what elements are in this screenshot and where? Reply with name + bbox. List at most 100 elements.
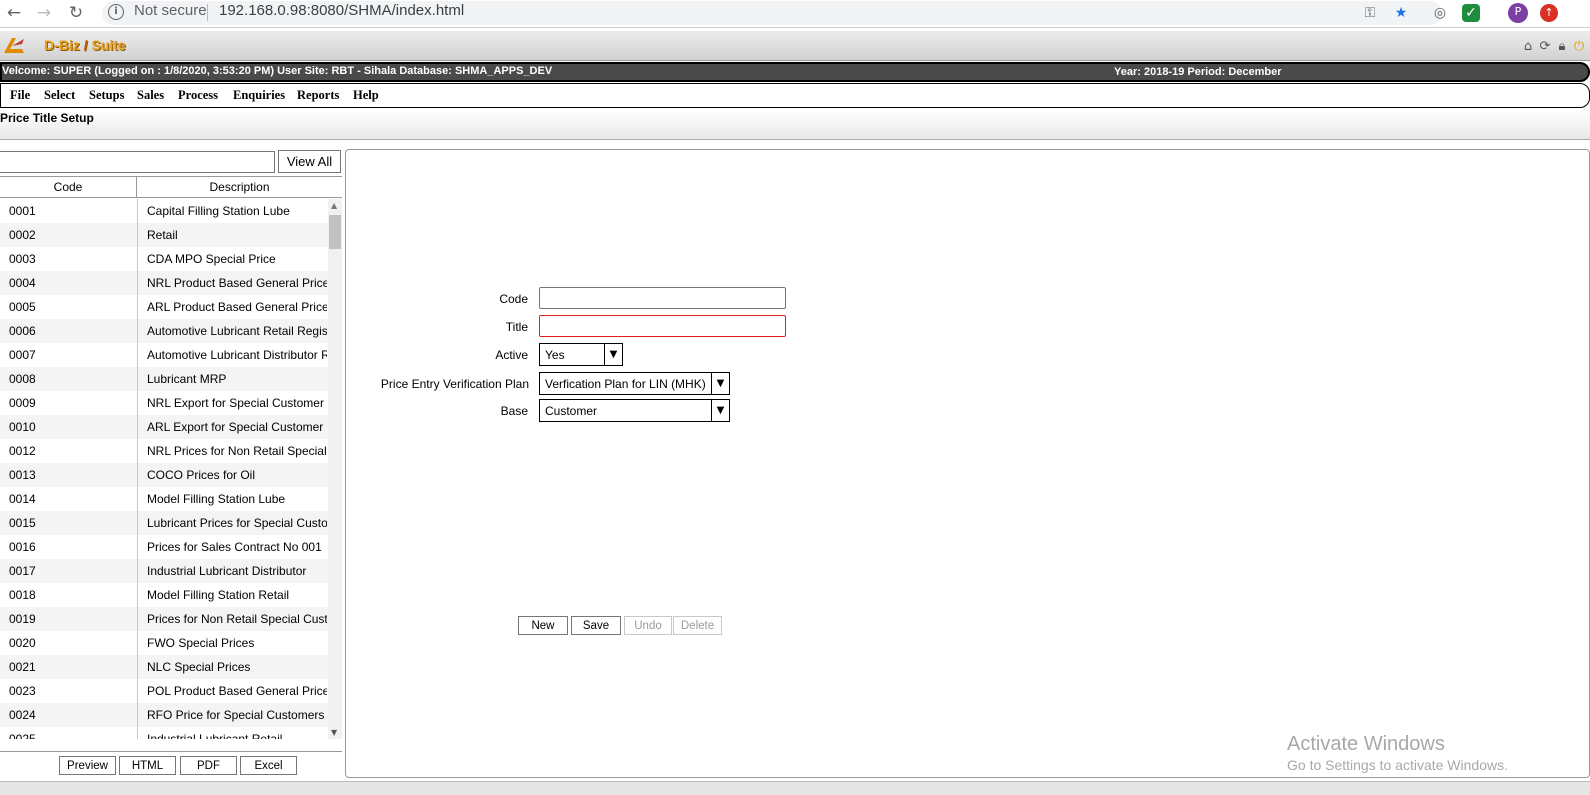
- header-icons: ⌂ ⟳ 🔒︎ ⏻: [1521, 36, 1586, 58]
- table-row[interactable]: 0015 Lubricant Prices for Special Custo: [0, 511, 328, 535]
- pdf-export-button[interactable]: PDF: [180, 756, 237, 775]
- chevron-down-icon[interactable]: ▼: [711, 373, 729, 394]
- code-field[interactable]: [539, 287, 786, 309]
- main-menu: File Select Setups Sales Process Enquiri…: [0, 83, 1590, 108]
- profile-avatar[interactable]: P: [1508, 3, 1528, 23]
- table-row[interactable]: 0004 NRL Product Based General Price: [0, 271, 328, 295]
- home-icon[interactable]: ⌂: [1521, 36, 1535, 58]
- back-arrow-icon[interactable]: ←: [4, 3, 24, 23]
- cell-code: 0019: [9, 612, 36, 626]
- menu-sales[interactable]: Sales: [137, 88, 164, 103]
- table-row[interactable]: 0010 ARL Export for Special Customer: [0, 415, 328, 439]
- menu-select[interactable]: Select: [44, 88, 75, 103]
- base-select[interactable]: Customer ▼: [539, 399, 730, 422]
- delete-button[interactable]: Delete: [673, 616, 722, 635]
- cell-code: 0014: [9, 492, 36, 506]
- table-row[interactable]: 0014 Model Filling Station Lube: [0, 487, 328, 511]
- html-export-button[interactable]: HTML: [119, 756, 176, 775]
- cell-code: 0015: [9, 516, 36, 530]
- excel-export-button[interactable]: Excel: [240, 756, 297, 775]
- app-header: D-Biz / Suite ⌂ ⟳ 🔒︎ ⏻: [0, 31, 1590, 61]
- save-button[interactable]: Save: [571, 616, 621, 635]
- menu-file[interactable]: File: [10, 88, 30, 103]
- view-all-button[interactable]: View All: [278, 150, 341, 173]
- table-row[interactable]: 0025 Industrial Lubricant Retail: [0, 727, 328, 739]
- cell-code: 0023: [9, 684, 36, 698]
- session-status-bar: Velcome: SUPER (Logged on : 1/8/2020, 3:…: [0, 62, 1590, 82]
- reload-icon[interactable]: ↻: [66, 3, 86, 23]
- grid-scrollbar[interactable]: ▲ ▼: [328, 199, 342, 739]
- table-row[interactable]: 0016 Prices for Sales Contract No 001: [0, 535, 328, 559]
- table-row[interactable]: 0024 RFO Price for Special Customers: [0, 703, 328, 727]
- menu-help[interactable]: Help: [353, 88, 379, 103]
- column-header-code[interactable]: Code: [0, 177, 137, 197]
- search-input[interactable]: [0, 151, 275, 173]
- table-row[interactable]: 0002 Retail: [0, 223, 328, 247]
- cell-code: 0001: [9, 204, 36, 218]
- price-title-list-panel: View All Code Description 0001 Capital Fi…: [0, 149, 342, 780]
- cell-code: 0009: [9, 396, 36, 410]
- table-row[interactable]: 0018 Model Filling Station Retail: [0, 583, 328, 607]
- undo-button[interactable]: Undo: [624, 616, 672, 635]
- update-icon[interactable]: ↑: [1540, 4, 1558, 22]
- table-row[interactable]: 0020 FWO Special Prices: [0, 631, 328, 655]
- activation-watermark-title: Activate Windows: [1287, 733, 1445, 755]
- scroll-thumb[interactable]: [329, 215, 341, 249]
- menu-setups[interactable]: Setups: [89, 88, 124, 103]
- table-row[interactable]: 0001 Capital Filling Station Lube: [0, 199, 328, 223]
- scroll-up-arrow-icon[interactable]: ▲: [331, 201, 337, 210]
- verification-plan-select[interactable]: Verfication Plan for LIN (MHK) ▼: [539, 372, 730, 395]
- cell-description: NRL Export for Special Customer: [147, 396, 324, 410]
- table-row[interactable]: 0021 NLC Special Prices: [0, 655, 328, 679]
- table-row[interactable]: 0013 COCO Prices for Oil: [0, 463, 328, 487]
- cell-code: 0024: [9, 708, 36, 722]
- extension-icon[interactable]: ◎: [1431, 4, 1449, 22]
- price-title-grid: 0001 Capital Filling Station Lube 0002 Reta…: [0, 199, 328, 739]
- table-row[interactable]: 0006 Automotive Lubricant Retail Regis: [0, 319, 328, 343]
- logout-icon[interactable]: ⏻: [1572, 36, 1586, 58]
- scroll-down-arrow-icon[interactable]: ▼: [331, 728, 337, 737]
- chevron-down-icon[interactable]: ▼: [604, 344, 622, 365]
- cell-code: 0020: [9, 636, 36, 650]
- active-select[interactable]: Yes ▼: [539, 343, 623, 366]
- cell-description: NLC Special Prices: [147, 660, 251, 674]
- security-label: Not secure: [134, 2, 207, 19]
- cell-description: FWO Special Prices: [147, 636, 255, 650]
- lock-icon[interactable]: 🔒︎: [1555, 36, 1569, 58]
- url-text[interactable]: 192.168.0.98:8080/SHMA/index.html: [219, 2, 464, 19]
- refresh-icon[interactable]: ⟳: [1538, 36, 1552, 58]
- table-row[interactable]: 0003 CDA MPO Special Price: [0, 247, 328, 271]
- info-icon[interactable]: i: [108, 4, 124, 20]
- grid-header: Code Description: [0, 176, 342, 198]
- key-icon[interactable]: ⚿: [1361, 4, 1379, 22]
- menu-enquiries[interactable]: Enquiries: [233, 88, 285, 103]
- cell-code: 0007: [9, 348, 36, 362]
- table-row[interactable]: 0007 Automotive Lubricant Distributor R: [0, 343, 328, 367]
- table-row[interactable]: 0012 NRL Prices for Non Retail Special: [0, 439, 328, 463]
- bookmark-star-icon[interactable]: ★: [1392, 4, 1410, 22]
- menu-reports[interactable]: Reports: [297, 88, 339, 103]
- session-info: Velcome: SUPER (Logged on : 1/8/2020, 3:…: [2, 65, 553, 77]
- cell-description: Automotive Lubricant Distributor R: [147, 348, 327, 362]
- new-button[interactable]: New: [518, 616, 568, 635]
- column-divider: [137, 199, 138, 739]
- table-row[interactable]: 0019 Prices for Non Retail Special Cust: [0, 607, 328, 631]
- table-row[interactable]: 0009 NRL Export for Special Customer: [0, 391, 328, 415]
- activation-watermark-subtitle: Go to Settings to activate Windows.: [1287, 757, 1508, 773]
- menu-process[interactable]: Process: [178, 88, 218, 103]
- cell-description: POL Product Based General Price: [147, 684, 327, 698]
- browser-toolbar: ← → ↻ i Not secure 192.168.0.98:8080/SHM…: [0, 0, 1590, 28]
- title-field[interactable]: [539, 315, 786, 337]
- table-row[interactable]: 0017 Industrial Lubricant Distributor: [0, 559, 328, 583]
- table-row[interactable]: 0023 POL Product Based General Price: [0, 679, 328, 703]
- cell-code: 0012: [9, 444, 36, 458]
- column-header-description[interactable]: Description: [137, 177, 342, 197]
- table-row[interactable]: 0005 ARL Product Based General Price: [0, 295, 328, 319]
- preview-button[interactable]: Preview: [59, 756, 116, 775]
- forward-arrow-icon[interactable]: →: [34, 3, 54, 23]
- verification-plan-value: Verfication Plan for LIN (MHK): [545, 377, 706, 391]
- cell-code: 0005: [9, 300, 36, 314]
- chevron-down-icon[interactable]: ▼: [711, 400, 729, 421]
- shield-extension-icon[interactable]: ✓: [1462, 4, 1480, 22]
- table-row[interactable]: 0008 Lubricant MRP: [0, 367, 328, 391]
